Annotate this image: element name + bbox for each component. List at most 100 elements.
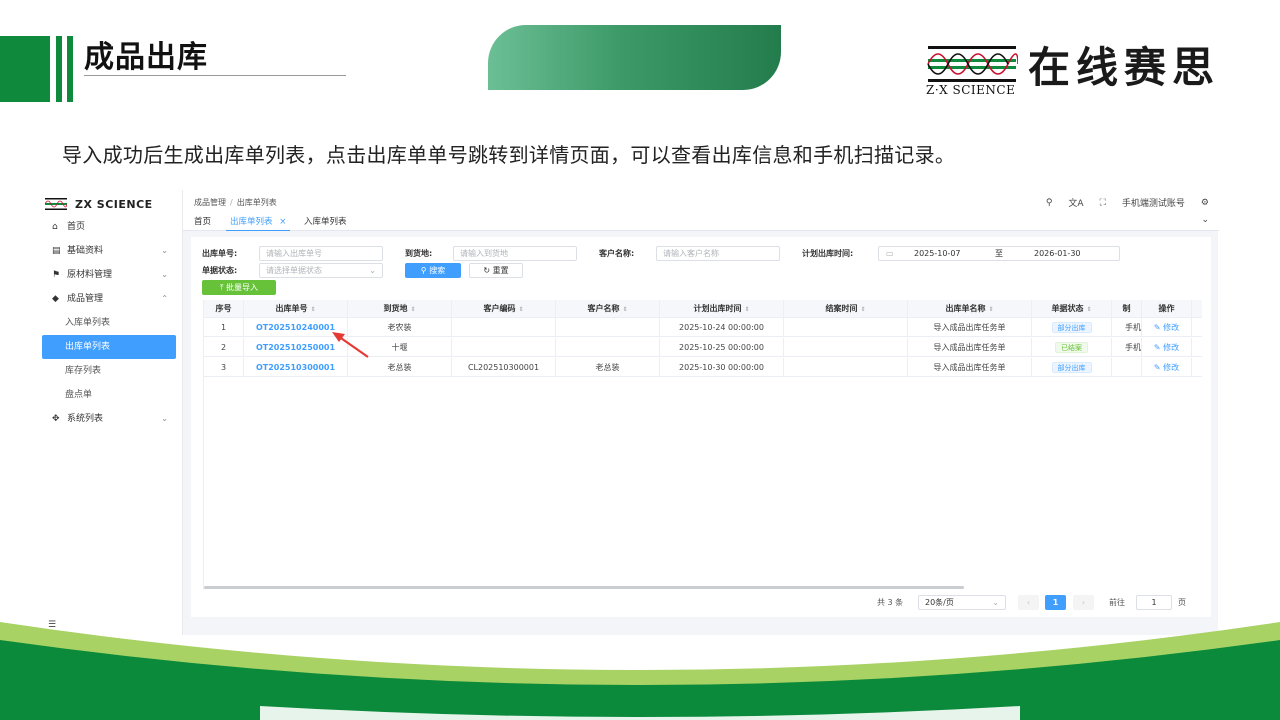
- brand-logo-icon: [45, 198, 67, 210]
- plan-time-cell: 2025-10-30 00:00:00: [660, 358, 784, 377]
- sidebar-item-outbound-list[interactable]: 出库单列表: [42, 335, 176, 359]
- green-leaf-decoration: [488, 25, 781, 90]
- chevron-down-icon: ⌄: [161, 270, 168, 279]
- sidebar-item-label: 首页: [67, 222, 86, 232]
- sidebar-item-label: 成品管理: [67, 294, 104, 304]
- customer-name-cell: [556, 338, 660, 357]
- order-no-input[interactable]: 请输入出库单号: [259, 246, 383, 261]
- tab-label: 出库单列表: [230, 217, 273, 227]
- column-header: 操作: [1142, 300, 1192, 318]
- edit-action[interactable]: ✎ 修改: [1142, 358, 1192, 377]
- edit-link: 修改: [1163, 343, 1180, 352]
- tab-outbound-list[interactable]: 出库单列表 ×: [226, 216, 291, 231]
- green-stripe-decoration: [56, 36, 62, 102]
- sidebar-item-basic-data[interactable]: ▤ 基础资料 ⌄: [40, 239, 182, 263]
- status-badge: 已结案: [1055, 342, 1088, 353]
- sidebar-item-inbound-list[interactable]: 入库单列表: [40, 311, 182, 335]
- column-header[interactable]: 出库单名称 ⇕: [908, 300, 1032, 318]
- column-header[interactable]: 单据状态 ⇕: [1032, 300, 1112, 318]
- column-header[interactable]: 计划出库时间 ⇕: [660, 300, 784, 318]
- gear-icon[interactable]: ⚙: [1201, 198, 1209, 208]
- sidebar: ZX SCIENCE ⌂ 首页 ▤ 基础资料 ⌄ ⚑ 原材料管理 ⌄ ◆ 成品管…: [40, 190, 182, 635]
- sidebar-item-label: 系统列表: [67, 414, 104, 424]
- fullscreen-icon[interactable]: ⛶: [1100, 198, 1106, 208]
- edit-link: 修改: [1163, 363, 1180, 372]
- destination-input[interactable]: 请输入到货地: [453, 246, 577, 261]
- sidebar-nav: ⌂ 首页 ▤ 基础资料 ⌄ ⚑ 原材料管理 ⌄ ◆ 成品管理 ⌃ 入库单列表 出…: [40, 215, 182, 431]
- status-badge: 部分出库: [1051, 322, 1092, 333]
- breadcrumb-item: 出库单列表: [236, 198, 277, 207]
- search-button[interactable]: ⚲ 搜索: [405, 263, 461, 278]
- annotation-arrow: [332, 332, 369, 358]
- close-icon[interactable]: ×: [279, 217, 286, 227]
- filter-label-destination: 到货地:: [405, 249, 433, 258]
- customer-code-cell: CL202510300001: [452, 358, 556, 377]
- grid-icon: ▤: [52, 246, 61, 256]
- settings-icon: ✥: [52, 414, 60, 424]
- column-header[interactable]: 结案时间 ⇕: [784, 300, 908, 318]
- sidebar-item-system[interactable]: ✥ 系统列表 ⌄: [40, 407, 182, 431]
- close-time-cell: [784, 318, 908, 337]
- close-time-cell: [784, 338, 908, 357]
- status-select[interactable]: 请选择单据状态 ⌄: [259, 263, 383, 278]
- account-name[interactable]: 手机端测试账号: [1122, 196, 1185, 209]
- column-header[interactable]: 客户名称 ⇕: [556, 300, 660, 318]
- reset-button[interactable]: ↻ 重置: [469, 263, 523, 278]
- app-screenshot: ZX SCIENCE ⌂ 首页 ▤ 基础资料 ⌄ ⚑ 原材料管理 ⌄ ◆ 成品管…: [40, 190, 1219, 635]
- date-separator: 至: [995, 249, 1003, 258]
- home-icon: ⌂: [52, 222, 58, 232]
- bottom-wave-decoration: [0, 622, 1280, 720]
- status-cell: 部分出库: [1032, 358, 1112, 377]
- filter-label-order-no: 出库单号:: [202, 249, 238, 258]
- breadcrumb: 成品管理 / 出库单列表: [194, 197, 277, 208]
- green-bar-decoration: [0, 36, 50, 102]
- chevron-down-icon: ⌄: [161, 414, 168, 423]
- chevron-down-icon[interactable]: ⌄: [1201, 215, 1209, 225]
- edit-icon: ✎: [1153, 363, 1164, 372]
- row-index: 3: [204, 358, 244, 377]
- chevron-up-icon: ⌃: [161, 294, 168, 303]
- customer-name-cell: [556, 318, 660, 337]
- slide-description: 导入成功后生成出库单列表，点击出库单单号跳转到详情页面，可以查看出库信息和手机扫…: [62, 143, 956, 167]
- filter-label-plan-time: 计划出库时间:: [802, 249, 854, 258]
- customer-input[interactable]: 请输入客户名称: [656, 246, 780, 261]
- column-header[interactable]: 到货地 ⇕: [348, 300, 452, 318]
- column-header[interactable]: 客户编码 ⇕: [452, 300, 556, 318]
- column-header[interactable]: 出库单号 ⇕: [244, 300, 348, 318]
- sidebar-item-stocktake[interactable]: 盘点单: [40, 383, 182, 407]
- sidebar-item-label: 出库单列表: [65, 342, 111, 352]
- column-header: 制: [1112, 300, 1142, 318]
- batch-import-button[interactable]: ⤒ 批量导入: [202, 280, 276, 295]
- sidebar-item-home[interactable]: ⌂ 首页: [40, 215, 182, 239]
- column-header: 序号: [204, 300, 244, 318]
- sidebar-item-raw-material[interactable]: ⚑ 原材料管理 ⌄: [40, 263, 182, 287]
- logo-wave-icon: [927, 46, 1018, 82]
- breadcrumb-item[interactable]: 成品管理: [194, 198, 226, 207]
- filter-label-status: 单据状态:: [202, 266, 238, 275]
- translate-icon[interactable]: 文A: [1068, 196, 1083, 209]
- tab-home[interactable]: 首页: [190, 216, 215, 231]
- sidebar-item-product-management[interactable]: ◆ 成品管理 ⌃: [40, 287, 182, 311]
- tab-inbound-list[interactable]: 入库单列表: [300, 216, 351, 231]
- status-cell: 已结案: [1032, 338, 1112, 357]
- top-toolbar: ⚲ 文A ⛶ 手机端测试账号 ⚙: [1046, 196, 1209, 210]
- plan-time-cell: 2025-10-25 00:00:00: [660, 338, 784, 357]
- edit-action[interactable]: ✎ 修改: [1142, 318, 1192, 337]
- order-name-cell: 导入成品出库任务单: [908, 338, 1032, 357]
- order-name-cell: 导入成品出库任务单: [908, 358, 1032, 377]
- sidebar-item-inventory-list[interactable]: 库存列表: [40, 359, 182, 383]
- edit-icon: ✎: [1153, 343, 1164, 352]
- customer-code-cell: [452, 318, 556, 337]
- filter-label-customer: 客户名称:: [599, 249, 635, 258]
- horizontal-scrollbar[interactable]: [204, 586, 964, 589]
- flag-icon: ⚑: [52, 270, 61, 280]
- edit-action[interactable]: ✎ 修改: [1142, 338, 1192, 357]
- search-icon[interactable]: ⚲: [1046, 198, 1053, 208]
- sidebar-item-label: 入库单列表: [65, 318, 111, 328]
- plan-time-cell: 2025-10-24 00:00:00: [660, 318, 784, 337]
- plan-date-range-picker[interactable]: ▭ 2025-10-07 至 2026-01-30: [878, 246, 1120, 261]
- creator-cell: 手机: [1112, 318, 1142, 337]
- table-header: 序号 出库单号 ⇕ 到货地 ⇕ 客户编码 ⇕ 客户名称 ⇕ 计划出库时间 ⇕ 结案时间 ⇕ …: [204, 300, 1202, 318]
- title-underline: [84, 75, 346, 76]
- slide-title: 成品出库: [84, 40, 208, 75]
